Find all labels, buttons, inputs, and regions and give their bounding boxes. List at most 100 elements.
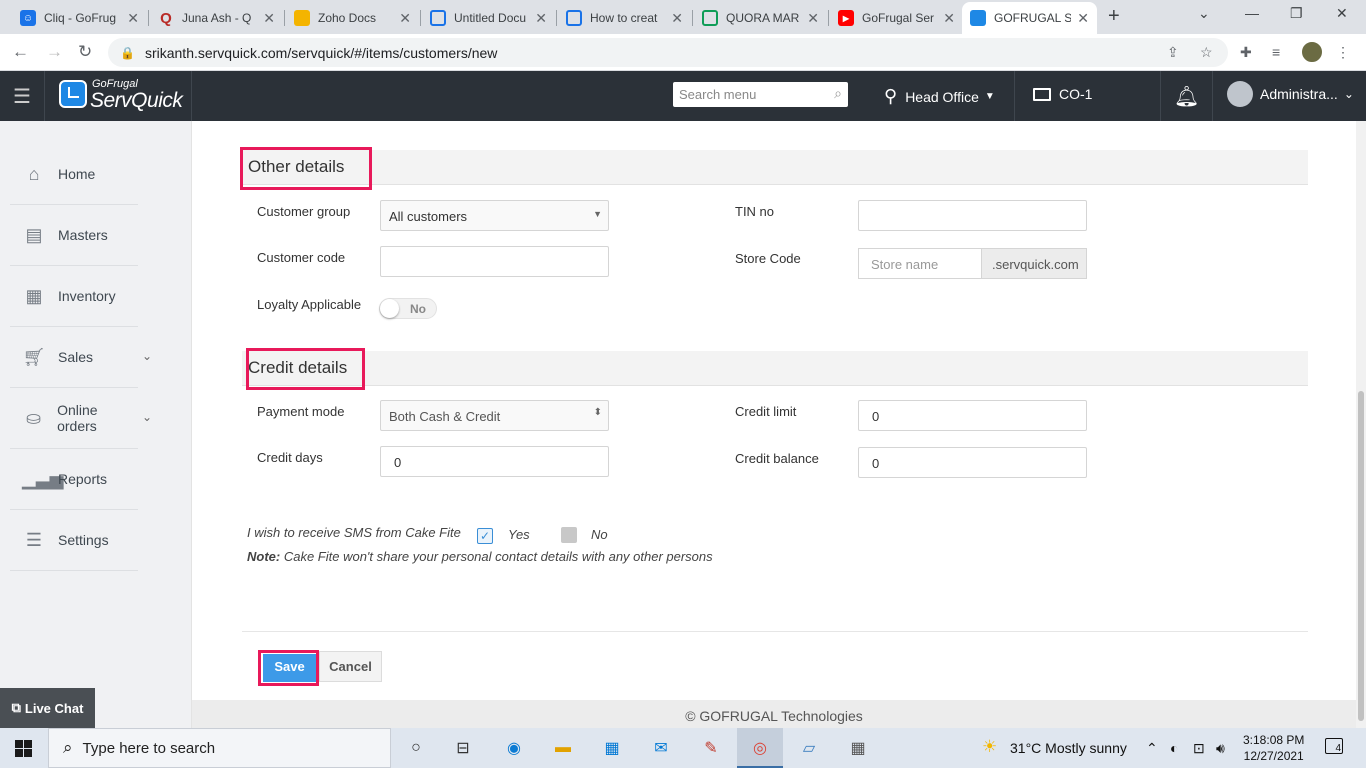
windows-taskbar: ⌕ Type here to search ○ ⊟ ◉ ▬ ▦ ✉ ✎ ◎ ▱ … — [0, 728, 1366, 768]
privacy-note: Note: Cake Fite won't share your persona… — [247, 549, 713, 564]
loyalty-toggle[interactable]: No — [379, 298, 437, 319]
scrollbar[interactable] — [1356, 121, 1366, 728]
section-header-other-details: Other details — [242, 150, 1308, 185]
close-tab-icon[interactable]: ✕ — [535, 10, 547, 27]
browser-tab[interactable]: How to creat ✕ — [558, 2, 691, 34]
chrome-icon[interactable]: ◎ — [748, 736, 772, 760]
location-selector[interactable]: ⚲ Head Office ▼ — [884, 86, 995, 107]
network-icon[interactable]: ⊡ — [1193, 740, 1205, 757]
browser-tab[interactable]: Untitled Docu ✕ — [422, 2, 555, 34]
counter-selector[interactable]: CO-1 — [1033, 86, 1092, 102]
brand-logo[interactable]: GoFrugal ServQuick — [46, 71, 192, 121]
new-tab-button[interactable]: + — [1108, 5, 1120, 28]
weather-text[interactable]: 31°C Mostly sunny — [1010, 740, 1127, 756]
folder-icon — [294, 10, 310, 26]
divider — [242, 631, 1308, 632]
profile-avatar[interactable] — [1300, 40, 1324, 64]
browser-tab[interactable]: ▶ GoFrugal Ser ✕ — [830, 2, 963, 34]
url-field[interactable]: 🔒 srikanth.servquick.com/servquick/#/ite… — [108, 38, 1228, 67]
payment-mode-select[interactable]: Both Cash & Credit ⬍ — [380, 400, 609, 431]
extensions-icon[interactable]: ✚ — [1240, 44, 1252, 61]
sms-yes-checkbox[interactable]: ✓ — [477, 528, 493, 544]
reload-icon[interactable]: ↻ — [78, 42, 92, 62]
sidebar-item-settings[interactable]: ☰ Settings — [10, 510, 138, 571]
sidebar-item-home[interactable]: ⌂ Home — [10, 144, 138, 205]
close-tab-icon[interactable]: ✕ — [671, 10, 683, 27]
cortana-icon[interactable]: ○ — [404, 736, 428, 760]
customer-code-input[interactable] — [380, 246, 609, 277]
store-icon[interactable]: ▦ — [600, 736, 624, 760]
toggle-knob — [380, 299, 399, 318]
credit-limit-input[interactable]: 0 — [858, 400, 1087, 431]
hamburger-menu-icon[interactable]: ☰ — [0, 71, 45, 121]
store-domain-suffix: .servquick.com — [982, 248, 1087, 279]
taskbar-clock[interactable]: 3:18:08 PM 12/27/2021 — [1243, 732, 1304, 764]
user-menu[interactable]: Administra... ⌄ — [1227, 81, 1354, 107]
highlight-box — [246, 348, 365, 390]
menu-search-input[interactable]: Search menu ⌕ — [673, 82, 848, 107]
weather-icon[interactable]: ☀ — [982, 737, 997, 757]
tab-search-icon[interactable]: ⌄ — [1198, 5, 1210, 22]
location-pin-icon: ⚲ — [884, 86, 898, 106]
browser-tab-active[interactable]: GOFRUGAL S ✕ — [962, 2, 1097, 34]
youtube-icon: ▶ — [838, 10, 854, 26]
doc-icon — [566, 10, 582, 26]
restore-icon[interactable]: ❐ — [1290, 5, 1303, 22]
volume-icon[interactable]: 🔊︎ — [1216, 740, 1225, 757]
credit-days-input[interactable]: 0 — [380, 446, 609, 477]
calculator-icon[interactable]: ▦ — [846, 736, 870, 760]
chevron-down-icon: ⌄ — [1343, 87, 1354, 101]
sms-consent-text: I wish to receive SMS from Cake Fite — [247, 525, 461, 540]
notification-center-icon[interactable]: 4 — [1325, 738, 1343, 754]
close-tab-icon[interactable]: ✕ — [943, 10, 955, 27]
sidebar-item-inventory[interactable]: ▦ Inventory — [10, 266, 138, 327]
edge-icon[interactable]: ◉ — [502, 736, 526, 760]
home-icon: ⌂ — [28, 163, 40, 184]
windows-start-icon[interactable] — [15, 740, 32, 757]
close-tab-icon[interactable]: ✕ — [807, 10, 819, 27]
credit-days-label: Credit days — [257, 450, 323, 465]
browser-tab[interactable]: ☺ Cliq - GoFrug ✕ — [12, 2, 147, 34]
paint-icon[interactable]: ✎ — [699, 736, 723, 760]
close-tab-icon[interactable]: ✕ — [263, 10, 275, 27]
close-tab-icon[interactable]: ✕ — [127, 10, 139, 27]
notepad-icon[interactable]: ▱ — [797, 736, 821, 760]
mail-icon[interactable]: ✉ — [649, 736, 673, 760]
store-name-input[interactable]: Store name — [858, 248, 982, 279]
share-icon[interactable]: ⇪ — [1167, 44, 1179, 61]
close-tab-icon[interactable]: ✕ — [1077, 10, 1089, 27]
sidebar-item-masters[interactable]: ▤ Masters — [10, 205, 138, 266]
bookmark-star-icon[interactable]: ☆ — [1200, 44, 1213, 61]
customer-group-select[interactable]: All customers ▼ — [380, 200, 609, 231]
notification-bell-icon[interactable]: 🔔︎ — [1174, 84, 1199, 109]
browser-tab[interactable]: Zoho Docs ✕ — [286, 2, 419, 34]
close-window-icon[interactable]: ✕ — [1336, 5, 1348, 22]
computer-icon — [1033, 87, 1051, 101]
tray-chevron-icon[interactable]: ⌃ — [1146, 740, 1158, 757]
browser-tab[interactable]: QUORA MAR ✕ — [694, 2, 827, 34]
live-chat-button[interactable]: ⧉ Live Chat — [0, 688, 95, 728]
search-icon: ⌕ — [63, 738, 73, 757]
minimize-icon[interactable]: — — [1245, 5, 1259, 21]
sms-no-checkbox[interactable] — [561, 527, 577, 543]
scrollbar-thumb[interactable] — [1358, 391, 1364, 721]
browser-tab[interactable]: Q Juna Ash - Q ✕ — [150, 2, 283, 34]
customer-group-label: Customer group — [257, 204, 351, 219]
file-explorer-icon[interactable]: ▬ — [551, 736, 575, 760]
sidebar-item-online-orders[interactable]: ⛀ Online orders ⌄ — [10, 388, 152, 449]
close-tab-icon[interactable]: ✕ — [399, 10, 411, 27]
tin-input[interactable] — [858, 200, 1087, 231]
sidebar-item-sales[interactable]: 🛒︎ Sales ⌄ — [10, 327, 152, 388]
taskbar-search-input[interactable]: ⌕ Type here to search — [48, 728, 391, 768]
forward-icon[interactable]: → — [46, 42, 63, 62]
media-icon[interactable]: ≡ — [1272, 44, 1280, 60]
chrome-menu-icon[interactable]: ⋮ — [1336, 44, 1350, 61]
sidebar-item-reports[interactable]: ▁▃▅ Reports — [10, 449, 138, 510]
cancel-button[interactable]: Cancel — [319, 651, 382, 682]
people-icon[interactable]: ◐ — [1170, 740, 1178, 756]
back-icon[interactable]: ← — [12, 42, 29, 62]
task-view-icon[interactable]: ⊟ — [451, 736, 475, 760]
credit-balance-input[interactable]: 0 — [858, 447, 1087, 478]
payment-mode-label: Payment mode — [257, 404, 345, 419]
loyalty-label: Loyalty Applicable — [257, 297, 362, 312]
